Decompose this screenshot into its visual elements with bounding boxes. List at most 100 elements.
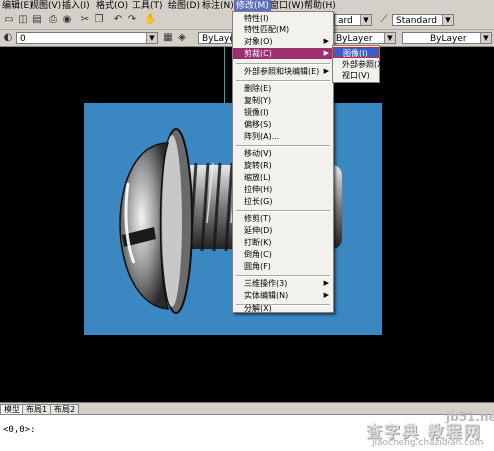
cut-icon[interactable]: ✂ — [79, 14, 91, 26]
dim-style-icon: ⟋ — [380, 14, 388, 25]
submenu-item-label: 视口(V) — [342, 71, 370, 80]
menu-item-label: 拉长(G) — [244, 197, 273, 206]
chevron-right-icon: ▶ — [323, 49, 329, 57]
menu-insert[interactable]: 插入(I) — [62, 0, 90, 12]
submenu-item-viewport[interactable]: 视口(V) — [333, 70, 379, 81]
menu-item-fillet[interactable]: 圆角(F) — [233, 261, 333, 272]
menu-item-label: 倒角(C) — [244, 250, 272, 259]
menu-item-match-properties[interactable]: 特性匹配(M) — [233, 24, 333, 35]
modify-menu-dropdown: 特性(I) 特性匹配(M) 对象(O) ▶ 剪裁(C) ▶ 外部参照和块编辑(E) ▶… — [232, 11, 334, 313]
menu-item-label: 缩放(L) — [244, 173, 271, 182]
chevron-down-icon: ▼ — [360, 15, 371, 25]
redo-icon[interactable]: ↷ — [126, 14, 138, 26]
menu-item-mirror[interactable]: 镜像(I) — [233, 107, 333, 118]
menu-item-break[interactable]: 打断(K) — [233, 237, 333, 248]
dim-style-value: Standard — [396, 16, 437, 26]
undo-icon[interactable]: ↶ — [112, 14, 124, 26]
submenu-item-label: 外部参照(X) — [342, 60, 386, 69]
menu-divider — [236, 275, 330, 277]
menu-format[interactable]: 格式(O) — [96, 0, 128, 12]
menu-item-offset[interactable]: 偏移(S) — [233, 119, 333, 130]
dim-style-combo[interactable]: Standard ▼ — [392, 14, 454, 26]
menu-item-trim[interactable]: 修剪(T) — [233, 213, 333, 224]
menu-item-solid-editing[interactable]: 实体编辑(N) ▶ — [233, 290, 333, 301]
menu-item-erase[interactable]: 删除(E) — [233, 83, 333, 94]
menu-item-properties[interactable]: 特性(I) — [233, 13, 333, 24]
new-file-icon[interactable]: ▭ — [3, 14, 15, 26]
menu-item-label: 删除(E) — [244, 84, 272, 93]
open-file-icon[interactable]: ◫ — [17, 14, 29, 26]
menu-edit[interactable]: 编辑(E) — [2, 0, 33, 12]
chevron-right-icon: ▶ — [323, 291, 329, 299]
menu-divider — [236, 210, 330, 212]
menu-item-explode[interactable]: 分解(X) — [233, 304, 333, 313]
menu-item-extend[interactable]: 延伸(D) — [233, 225, 333, 236]
menu-item-label: 延伸(D) — [244, 226, 273, 235]
menu-item-label: 打断(K) — [244, 238, 272, 247]
submenu-item-image[interactable]: 图像(I) — [333, 47, 379, 58]
menu-item-stretch[interactable]: 拉伸(H) — [233, 184, 333, 195]
watermark-url: jiaocheng.chazidian.com — [372, 438, 484, 448]
preview-icon[interactable]: ◉ — [61, 14, 73, 26]
menu-item-label: 特性匹配(M) — [244, 25, 290, 34]
menu-item-label: 外部参照和块编辑(E) — [244, 67, 320, 76]
menu-divider — [236, 145, 330, 147]
make-current-icon[interactable]: ◈ — [176, 32, 188, 44]
menu-item-label: 旋转(R) — [244, 161, 272, 170]
menu-item-label: 镜像(I) — [244, 108, 269, 117]
menu-item-scale[interactable]: 缩放(L) — [233, 172, 333, 183]
clip-submenu: 图像(I) 外部参照(X) 视口(V) — [332, 45, 386, 83]
menu-item-3d-operations[interactable]: 三维操作(3) ▶ — [233, 278, 333, 289]
color-combo[interactable]: ByLayer — [198, 32, 239, 44]
pan-icon[interactable]: ✋ — [144, 14, 156, 26]
menu-divider — [236, 63, 330, 65]
menu-item-array[interactable]: 阵列(A)... — [233, 131, 333, 142]
save-icon[interactable]: ▤ — [31, 14, 43, 26]
menu-divider — [236, 80, 330, 82]
menu-item-clip[interactable]: 剪裁(C) ▶ — [233, 48, 333, 59]
layer-manager-icon[interactable]: ▦ — [162, 32, 174, 44]
menu-item-label: 三维操作(3) — [244, 279, 288, 288]
command-prompt-text: <0,0>: — [3, 425, 36, 435]
menu-item-label: 圆角(F) — [244, 262, 271, 271]
menu-item-label: 偏移(S) — [244, 120, 272, 129]
menu-item-label: 移动(V) — [244, 149, 272, 158]
chevron-down-icon: ▼ — [442, 15, 453, 25]
menu-item-label: 拉伸(H) — [244, 185, 273, 194]
menu-item-copy[interactable]: 复制(Y) — [233, 95, 333, 106]
menu-item-label: 分解(X) — [244, 304, 272, 313]
menu-item-label: 修剪(T) — [244, 214, 272, 223]
chevron-down-icon: ▼ — [384, 33, 395, 43]
copy-icon[interactable]: ❐ — [93, 14, 105, 26]
submenu-item-label: 图像(I) — [343, 49, 368, 58]
menu-item-label: 剪裁(C) — [244, 49, 272, 58]
menu-item-rotate[interactable]: 旋转(R) — [233, 160, 333, 171]
linetype-value: ByLayer — [336, 34, 373, 44]
menu-item-chamfer[interactable]: 倒角(C) — [233, 249, 333, 260]
lineweight-value: ByLayer — [430, 34, 467, 44]
chevron-right-icon: ▶ — [323, 67, 329, 75]
menu-draw[interactable]: 绘图(D) — [168, 0, 200, 12]
lineweight-combo[interactable]: ByLayer ▼ — [402, 32, 492, 44]
menu-dimension[interactable]: 标注(N) — [202, 0, 234, 12]
menu-view[interactable]: 视图(V) — [30, 0, 61, 12]
layer-state-icon[interactable]: ◐ — [2, 32, 14, 44]
print-icon[interactable]: ⎙ — [47, 14, 59, 26]
submenu-item-xref[interactable]: 外部参照(X) — [333, 59, 386, 70]
menu-item-move[interactable]: 移动(V) — [233, 148, 333, 159]
menu-item-object[interactable]: 对象(O) ▶ — [233, 36, 333, 47]
text-style-value: ard — [338, 16, 353, 26]
chevron-right-icon: ▶ — [323, 37, 329, 45]
menu-item-label: 复制(Y) — [244, 96, 272, 105]
linetype-combo[interactable]: ByLayer ▼ — [332, 32, 396, 44]
menu-item-xref-block-edit[interactable]: 外部参照和块编辑(E) ▶ — [233, 66, 333, 77]
layer-combo[interactable]: 0 ▼ — [16, 32, 158, 44]
text-style-combo[interactable]: ard ▼ — [334, 14, 372, 26]
menu-item-label: 特性(I) — [244, 14, 269, 23]
menu-tools[interactable]: 工具(T) — [132, 0, 163, 12]
menu-item-label: 阵列(A)... — [244, 132, 280, 141]
menu-item-lengthen[interactable]: 拉长(G) — [233, 196, 333, 207]
menu-item-label: 对象(O) — [244, 37, 273, 46]
chevron-down-icon: ▼ — [146, 33, 157, 43]
layer-value: 0 — [20, 34, 26, 44]
